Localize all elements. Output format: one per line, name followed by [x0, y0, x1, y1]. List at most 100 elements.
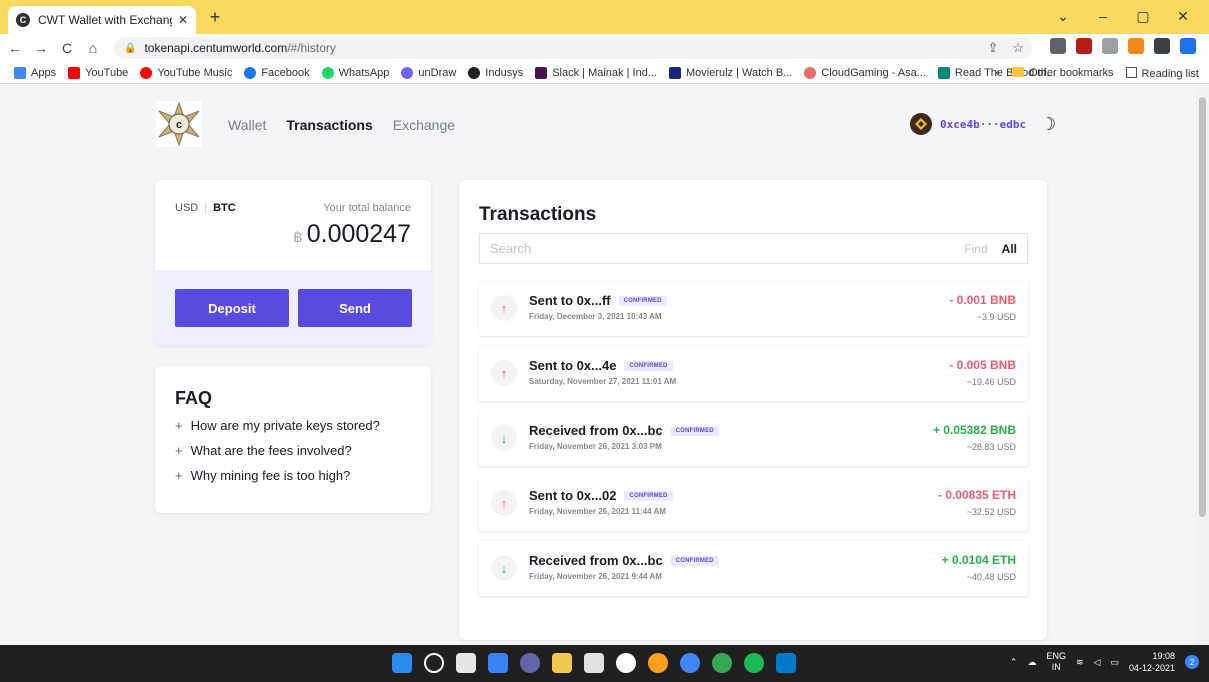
- bookmark-label: Indusys: [485, 66, 524, 79]
- new-tab-button[interactable]: +: [204, 6, 226, 28]
- chrome-icon[interactable]: [680, 653, 700, 673]
- bookmark-cloudgaming[interactable]: CloudGaming - Asa...: [804, 66, 926, 79]
- unit-btc[interactable]: BTC: [213, 202, 236, 214]
- transaction-row[interactable]: ↑ Sent to 0x...02 CONFIRMED Friday, Novem…: [479, 476, 1028, 531]
- bookmark-whatsapp[interactable]: WhatsApp: [321, 66, 389, 79]
- tx-usd-value: ~19.46 USD: [966, 377, 1016, 387]
- browser-tab[interactable]: C CWT Wallet with Exchange ✕: [8, 6, 196, 34]
- transactions-title: Transactions: [479, 204, 597, 225]
- search-icon[interactable]: [424, 653, 444, 673]
- apps-grid-icon: [14, 66, 26, 79]
- status-badge: CONFIRMED: [624, 490, 673, 501]
- language-indicator[interactable]: ENG IN: [1046, 651, 1066, 673]
- facebook-icon: [244, 66, 257, 79]
- minimize-icon[interactable]: –: [1083, 4, 1123, 28]
- faq-item[interactable]: + How are my private keys stored?: [175, 418, 380, 433]
- cwt-logo[interactable]: c: [156, 101, 202, 147]
- windows-start-icon[interactable]: [392, 653, 412, 673]
- faq-title: FAQ: [175, 388, 213, 408]
- transaction-row[interactable]: ↑ Sent to 0x...4e CONFIRMED Saturday, Nov…: [479, 346, 1028, 401]
- bookmark-label: Slack | Mainak | Ind...: [552, 66, 657, 79]
- battery-icon[interactable]: ▭: [1110, 657, 1119, 668]
- transaction-row[interactable]: ↑ Sent to 0x...ff CONFIRMED Friday, Decem…: [479, 281, 1028, 336]
- nav-wallet[interactable]: Wallet: [228, 117, 266, 133]
- tx-date: Friday, December 3, 2021 10:43 AM: [529, 312, 662, 321]
- weather-icon[interactable]: ☁: [1027, 657, 1036, 668]
- moon-icon[interactable]: ☽: [1040, 114, 1056, 135]
- deposit-button[interactable]: Deposit: [175, 289, 289, 327]
- transaction-row[interactable]: ↓ Received from 0x...bc CONFIRMED Friday,…: [479, 411, 1028, 466]
- puzzle-icon[interactable]: [1154, 38, 1170, 54]
- account-chip[interactable]: 0xce4b···edbc ☽: [910, 113, 1056, 135]
- file-explorer-icon[interactable]: [552, 653, 572, 673]
- all-filter-button[interactable]: All: [1002, 242, 1017, 256]
- back-icon[interactable]: ←: [4, 40, 26, 56]
- vscode-icon[interactable]: [776, 653, 796, 673]
- find-button[interactable]: Find: [964, 242, 987, 256]
- bookmark-youtube-music[interactable]: YouTube Music: [140, 66, 232, 79]
- home-icon[interactable]: ⌂: [82, 40, 104, 56]
- bookmark-youtube[interactable]: YouTube: [68, 66, 128, 79]
- total-balance-label: Your total balance: [323, 202, 411, 214]
- bookmark-movierulz[interactable]: Movierulz | Watch B...: [668, 66, 792, 79]
- window-controls: ⌄ – ▢ ✕: [1043, 4, 1203, 28]
- bookmark-apps[interactable]: Apps: [14, 66, 56, 79]
- github-desktop-icon[interactable]: [616, 653, 636, 673]
- scrollbar-thumb[interactable]: [1199, 97, 1206, 517]
- lock-icon[interactable]: 🔒: [124, 43, 136, 54]
- reload-icon[interactable]: C: [56, 40, 78, 56]
- chrome-canary-icon[interactable]: [712, 653, 732, 673]
- nav-transactions[interactable]: Transactions: [286, 117, 372, 133]
- share-icon[interactable]: ⇪: [987, 40, 998, 56]
- tx-title: Sent to 0x...02: [529, 488, 617, 503]
- notification-badge[interactable]: 2: [1185, 655, 1199, 669]
- maximize-icon[interactable]: ▢: [1123, 4, 1163, 28]
- lang-code: ENG: [1046, 651, 1066, 661]
- bookmark-star-icon[interactable]: ☆: [1012, 40, 1024, 56]
- nav-exchange[interactable]: Exchange: [393, 117, 455, 133]
- faq-item[interactable]: + What are the fees involved?: [175, 443, 352, 458]
- bookmark-label: Facebook: [261, 66, 310, 79]
- forward-icon[interactable]: →: [30, 40, 52, 56]
- volume-icon[interactable]: ◁: [1094, 657, 1101, 668]
- task-view-icon[interactable]: [456, 653, 476, 673]
- widgets-icon[interactable]: [488, 653, 508, 673]
- bookmark-slack[interactable]: Slack | Mainak | Ind...: [535, 66, 657, 79]
- other-bookmarks[interactable]: Other bookmarks: [1012, 67, 1114, 79]
- extension-icon[interactable]: [1102, 38, 1118, 54]
- bookmark-facebook[interactable]: Facebook: [244, 66, 310, 79]
- received-arrow-icon: ↓: [491, 425, 517, 451]
- unit-usd[interactable]: USD: [175, 202, 198, 214]
- faq-item[interactable]: + Why mining fee is too high?: [175, 468, 350, 483]
- metamask-icon[interactable]: [1128, 38, 1144, 54]
- bookmark-undraw[interactable]: unDraw: [401, 66, 456, 79]
- tx-date: Friday, November 26, 2021 3:03 PM: [529, 442, 662, 451]
- transaction-row[interactable]: ↓ Received from 0x...bc CONFIRMED Friday,…: [479, 541, 1028, 596]
- reading-list[interactable]: Reading list: [1125, 66, 1199, 80]
- page-scrollbar[interactable]: [1196, 85, 1209, 645]
- send-button[interactable]: Send: [298, 289, 412, 327]
- profile-avatar-icon[interactable]: [1180, 38, 1196, 54]
- store-icon[interactable]: [584, 653, 604, 673]
- spotify-icon[interactable]: [744, 653, 764, 673]
- tray-overflow-icon[interactable]: ⌃: [1010, 657, 1018, 668]
- extension-icon[interactable]: [1050, 38, 1066, 54]
- tab-search-icon[interactable]: ⌄: [1043, 4, 1083, 28]
- search-input[interactable]: Search Find All: [479, 233, 1028, 264]
- clock[interactable]: 19:08 04-12-2021: [1129, 650, 1175, 674]
- whatsapp-icon: [321, 66, 334, 79]
- bookmark-indusys[interactable]: Indusys: [468, 66, 524, 79]
- firefox-dev-icon[interactable]: [648, 653, 668, 673]
- extension-icon[interactable]: [1076, 38, 1092, 54]
- browser-tab-bar: C CWT Wallet with Exchange ✕ + ⌄ – ▢ ✕: [0, 0, 1209, 34]
- faq-card: FAQ + How are my private keys stored? + Wh…: [155, 366, 431, 513]
- close-tab-icon[interactable]: ✕: [178, 13, 188, 27]
- more-bookmarks-icon[interactable]: »: [994, 67, 1000, 79]
- wifi-icon[interactable]: ≋: [1076, 657, 1084, 668]
- wallet-address: 0xce4b···edbc: [940, 117, 1027, 131]
- close-window-icon[interactable]: ✕: [1163, 4, 1203, 28]
- teams-chat-icon[interactable]: [520, 653, 540, 673]
- url-host: tokenapi.centumworld.com: [144, 41, 288, 55]
- tx-amount: - 0.00835 ETH: [937, 488, 1016, 502]
- address-bar[interactable]: 🔒 tokenapi.centumworld.com /#/history ⇪ …: [114, 37, 1032, 59]
